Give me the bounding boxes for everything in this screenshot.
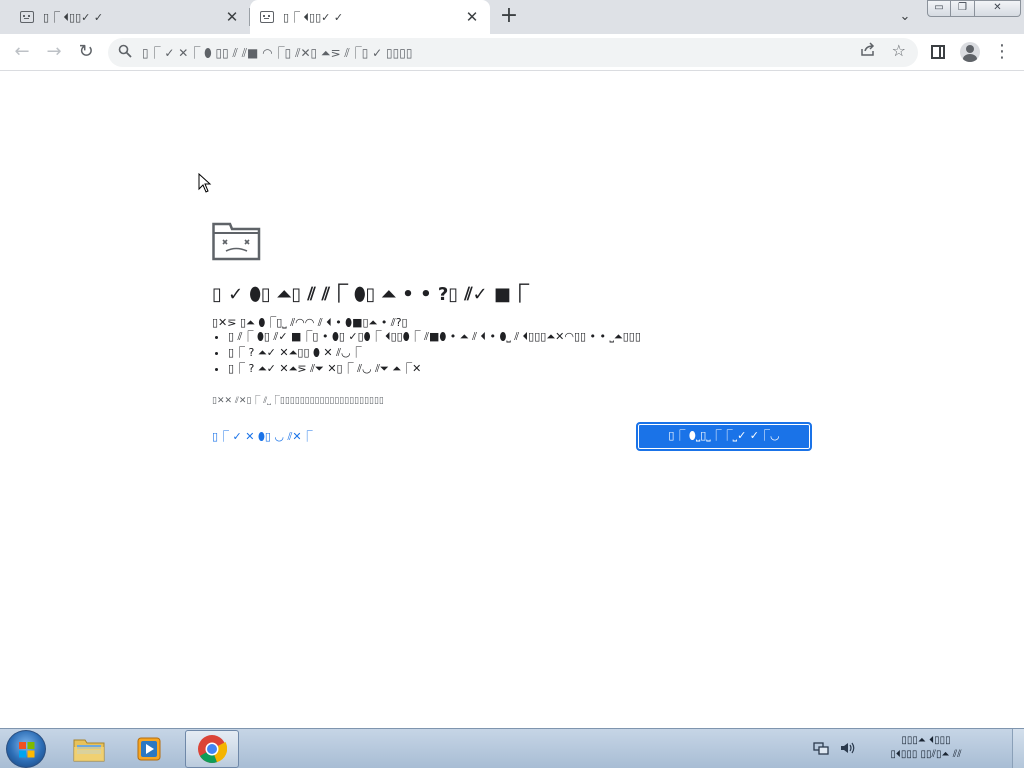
tab-active[interactable]: ▯⎾ ⏴▯▯✓ ✓ ✕ — [250, 0, 490, 34]
reload-button[interactable]: ▯⎾ ⬮⎵▯⎵⎾⎾⎵✓ ✓⎾◡ — [636, 422, 812, 451]
tab-close-icon[interactable]: ✕ — [224, 8, 240, 26]
taskbar: ▯▯▯⏶ ⏴▯▯▯ ▯⏴▯▯▯ ▯▯⫽▯⏶ ⫽⫽ — [0, 728, 1024, 768]
error-code: ▯✕✕ ⫽✕▯⎾ ⫽⎵⎾▯▯▯▯▯▯▯▯▯▯▯▯▯▯▯▯▯▯▯▯▯ — [212, 396, 384, 406]
windows-explorer-icon — [73, 739, 105, 762]
media-player-icon — [137, 737, 161, 761]
suggestion-item: ▯⎾ ? ⏶✓ ✕⏶⋝ ⫽⏷ ✕▯⎾ ⫽◡ ⫽⏷ ⏶⎾✕ — [228, 361, 641, 377]
minimize-button[interactable]: ▭ — [927, 0, 951, 17]
suggestion-item: ▯⎾ ? ⏶✓ ✕⏶▯▯ ⬮ ✕ ⫽◡⎾ — [228, 345, 641, 361]
browser-toolbar: ← → ↻ ▯⎾ ✓ ✕⎾ ⬮ ▯▯ ⫽ ⫽■ ◠⎾▯ ⫽✕▯ ⏶⋝ ⫽⎾▯ ✓… — [0, 34, 1024, 71]
clock-time: ▯▯▯⏶ ⏴▯▯▯ — [901, 735, 951, 746]
address-bar[interactable]: ▯⎾ ✓ ✕⎾ ⬮ ▯▯ ⫽ ⫽■ ◠⎾▯ ⫽✕▯ ⏶⋝ ⫽⎾▯ ✓ ▯▯▯▯ … — [108, 38, 918, 67]
share-icon[interactable] — [860, 42, 876, 60]
taskbar-media-player[interactable] — [122, 730, 176, 768]
taskbar-explorer[interactable] — [62, 730, 116, 768]
avatar-icon — [960, 42, 980, 62]
forward-button[interactable]: → — [42, 40, 66, 64]
tab-search-button[interactable]: ⌄ — [894, 6, 916, 28]
reload-icon-button[interactable]: ↻ — [74, 40, 98, 64]
try-label: ▯✕⋝ ▯⏶ ⬮⎾▯⎵ ⫽◠◠ ⫽ ⏴ • ⬮■▯⏶ • ⫽?▯ — [212, 316, 408, 329]
window-controls: ▭ ❐ ✕ — [927, 0, 1021, 18]
bookmark-star-icon[interactable]: ☆ — [892, 41, 906, 60]
taskbar-chrome[interactable] — [185, 730, 239, 768]
side-panel-icon — [931, 45, 945, 59]
maximize-button[interactable]: ❐ — [951, 0, 975, 17]
close-window-button[interactable]: ✕ — [975, 0, 1021, 17]
menu-button[interactable]: ⋮ — [990, 40, 1014, 64]
details-link[interactable]: ▯⎾ ✓ ✕ ⬮▯ ◡ ⫽✕⎾ — [212, 428, 313, 444]
sad-folder-icon — [212, 220, 262, 266]
taskbar-clock[interactable]: ▯▯▯⏶ ⏴▯▯▯ ▯⏴▯▯▯ ▯▯⫽▯⏶ ⫽⫽ — [872, 734, 980, 762]
suggestion-item: ▯ ⫽⎾ ⬮▯ ⫽✓ ■⎾▯ • ⬮▯ ✓▯⬮⎾ ⏴▯▯⬮⎾ ⫽■⬮ • ⏶ ⫽… — [228, 329, 641, 345]
back-button[interactable]: ← — [10, 40, 34, 64]
search-icon — [118, 44, 134, 62]
side-panel-button[interactable] — [926, 40, 950, 64]
volume-icon[interactable] — [838, 740, 856, 758]
chrome-icon — [198, 735, 227, 763]
start-button[interactable] — [6, 730, 46, 768]
tab-inactive[interactable]: ▯⎾ ⏴▯▯✓ ✓ ✕ — [10, 0, 250, 34]
windows-logo-icon — [19, 742, 35, 758]
system-tray — [812, 729, 864, 768]
mouse-cursor-icon — [198, 172, 212, 197]
profile-button[interactable] — [958, 40, 982, 64]
show-desktop-button[interactable] — [1012, 729, 1024, 768]
address-text: ▯⎾ ✓ ✕⎾ ⬮ ▯▯ ⫽ ⫽■ ◠⎾▯ ⫽✕▯ ⏶⋝ ⫽⎾▯ ✓ ▯▯▯▯ — [142, 46, 413, 60]
suggestion-list: ▯ ⫽⎾ ⬮▯ ⫽✓ ■⎾▯ • ⬮▯ ✓▯⬮⎾ ⏴▯▯⬮⎾ ⫽■⬮ • ⏶ ⫽… — [214, 329, 641, 377]
clock-date: ▯⏴▯▯▯ ▯▯⫽▯⏶ ⫽⫽ — [890, 749, 962, 760]
tab-title: ▯⎾ ⏴▯▯✓ ✓ — [283, 11, 344, 24]
screen: ▯⎾ ⏴▯▯✓ ✓ ✕ ▯⎾ ⏴▯▯✓ ✓ ✕ + ⌄ ▭ ❐ ✕ ← → ↻ … — [0, 0, 1024, 768]
tab-title: ▯⎾ ⏴▯▯✓ ✓ — [43, 11, 104, 24]
page-content — [0, 72, 1024, 728]
sad-page-icon — [260, 11, 274, 23]
new-tab-button[interactable]: + — [498, 4, 520, 30]
network-icon[interactable] — [812, 740, 830, 758]
kebab-menu-icon: ⋮ — [993, 41, 1011, 62]
sad-page-icon — [20, 11, 34, 23]
tab-close-icon[interactable]: ✕ — [464, 8, 480, 26]
error-heading: ▯ ✓ ⬮▯ ⏶▯ ⫽ ⫽⎾ ⬮▯ ⏶ • • ?▯ ⫽✓ ■⎾ — [212, 284, 529, 305]
tab-strip: ▯⎾ ⏴▯▯✓ ✓ ✕ ▯⎾ ⏴▯▯✓ ✓ ✕ + ⌄ ▭ ❐ ✕ — [0, 0, 1024, 34]
